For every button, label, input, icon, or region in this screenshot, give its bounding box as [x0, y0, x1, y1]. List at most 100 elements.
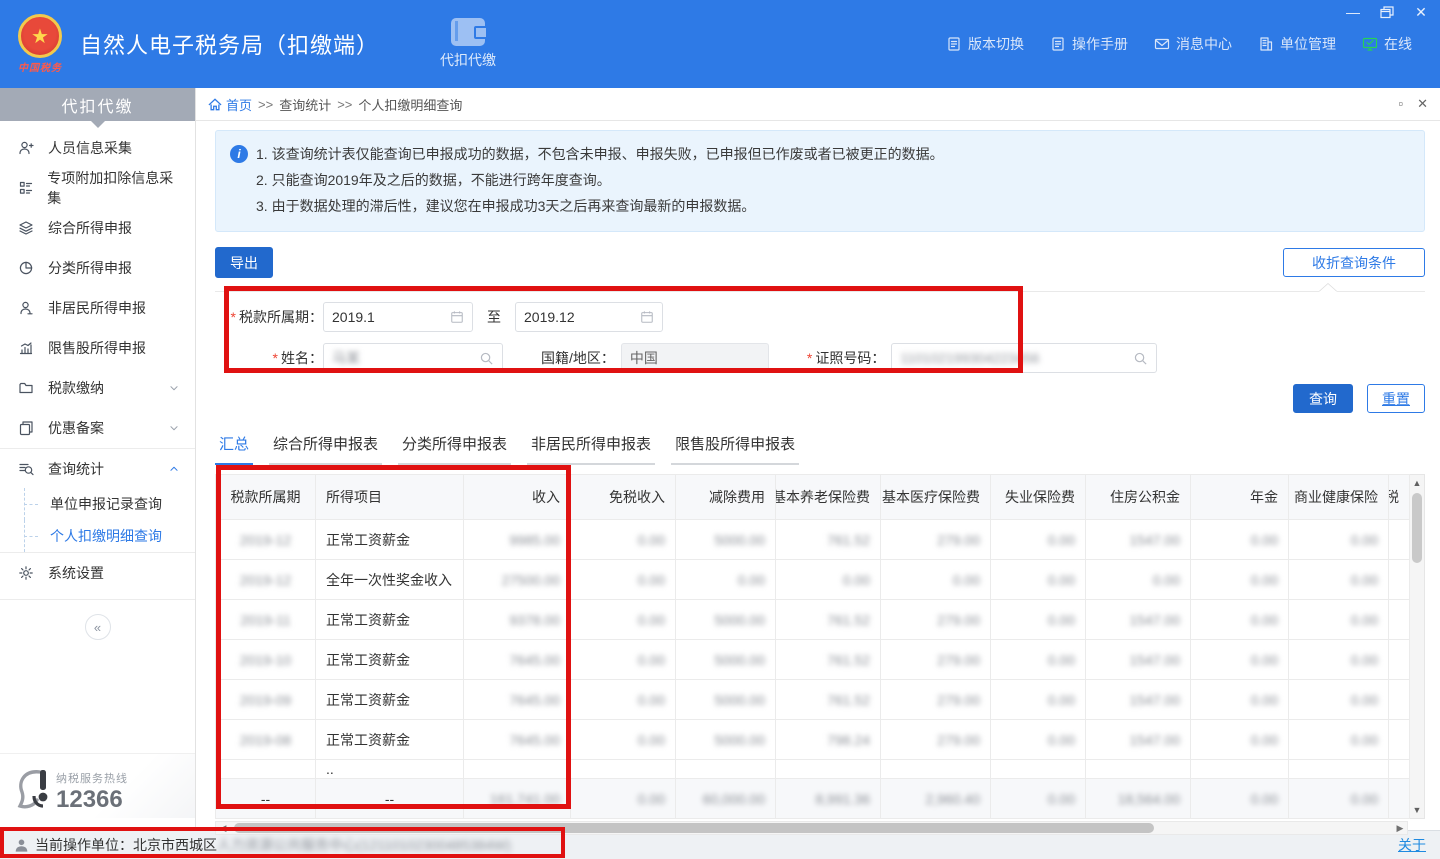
notice-box: i 1. 该查询统计表仅能查询已申报成功的数据，不包含未申报、申报失败，已申报但…	[215, 130, 1425, 232]
cell-年金: 0.00	[1191, 720, 1289, 759]
header-menu-item-document[interactable]: 版本切换	[946, 34, 1024, 54]
header-menu-item-mail[interactable]: 消息中心	[1154, 34, 1232, 54]
cell-住房公积金	[1086, 760, 1191, 778]
id-number-value: 110102199304223456	[900, 350, 1129, 366]
cell-所得项目: 正常工资薪金	[316, 600, 464, 639]
header-menu-label: 版本切换	[968, 34, 1024, 54]
cell-收入: 7645.00	[464, 680, 571, 719]
sidebar-item-限售股所得申报[interactable]: 限售股所得申报	[0, 328, 195, 368]
header-menu-item-manual[interactable]: 操作手册	[1050, 34, 1128, 54]
calendar-icon[interactable]	[640, 310, 654, 324]
header-menu-label: 操作手册	[1072, 34, 1128, 54]
cell-基本医疗保险费: 279.00	[881, 600, 991, 639]
cell-税	[1389, 640, 1410, 679]
restore-button[interactable]	[1378, 4, 1396, 20]
period-from-input[interactable]: 2019.1	[323, 302, 473, 332]
panel-close-icon[interactable]: ✕	[1417, 96, 1428, 112]
deduction-list-icon	[18, 179, 35, 197]
cell-收入: 27500.00	[464, 560, 571, 599]
cell-商业健康保险: 0.00	[1289, 779, 1389, 818]
scroll-left-icon[interactable]: ◀	[216, 823, 230, 834]
sidebar-item-人员信息采集[interactable]: 人员信息采集	[0, 128, 195, 168]
breadcrumb-item-query-stats[interactable]: 查询统计	[279, 95, 331, 114]
tab-限售股所得申报表[interactable]: 限售股所得申报表	[671, 433, 799, 465]
sidebar-item-label: 专项附加扣除信息采集	[47, 168, 181, 208]
about-link[interactable]: 关于	[1398, 835, 1426, 855]
sidebar-item-专项附加扣除信息采集[interactable]: 专项附加扣除信息采集	[0, 168, 195, 208]
vertical-scrollbar[interactable]: ▲ ▼	[1410, 474, 1425, 819]
result-table: 税款所属期所得项目收入免税收入减除费用基本养老保险费基本医疗保险费失业保险费住房…	[215, 474, 1410, 819]
header-menu-item-online[interactable]: 在线	[1362, 34, 1412, 54]
query-button[interactable]: 查询	[1293, 384, 1353, 413]
cell-税	[1389, 600, 1410, 639]
hotline-logo-icon	[10, 766, 56, 818]
nationality-label: 国籍/地区：	[541, 348, 615, 368]
breadcrumb-home-link[interactable]: 首页	[208, 95, 252, 114]
minimize-button[interactable]: —	[1344, 4, 1362, 20]
current-unit-blurred: 人力资源公共服务中心(12110102300485384W)	[217, 835, 511, 855]
sidebar-subitem-单位申报记录查询[interactable]: 单位申报记录查询	[0, 488, 195, 520]
calendar-icon[interactable]	[450, 310, 464, 324]
result-table-wrap: 税款所属期所得项目收入免税收入减除费用基本养老保险费基本医疗保险费失业保险费住房…	[215, 474, 1425, 819]
scroll-up-icon[interactable]: ▲	[1410, 475, 1424, 491]
header-menu-item-org[interactable]: 单位管理	[1258, 34, 1336, 54]
tab-非居民所得申报表[interactable]: 非居民所得申报表	[527, 433, 655, 465]
sidebar-item-分类所得申报[interactable]: 分类所得申报	[0, 248, 195, 288]
sidebar-subitem-个人扣缴明细查询[interactable]: 个人扣缴明细查询	[0, 520, 195, 552]
scroll-down-icon[interactable]: ▼	[1410, 802, 1424, 818]
name-input[interactable]: 马某	[323, 343, 503, 373]
tab-分类所得申报表[interactable]: 分类所得申报表	[398, 433, 511, 465]
manual-icon	[1050, 36, 1066, 52]
chevron-down-icon	[167, 421, 181, 435]
hotline-block: 纳税服务热线 12366	[0, 753, 195, 818]
cell-所得项目: ..	[316, 760, 464, 778]
person-add-icon	[18, 139, 36, 157]
vertical-scroll-thumb[interactable]	[1412, 493, 1422, 563]
tab-汇总[interactable]: 汇总	[215, 433, 253, 465]
cell-减除费用: 0.00	[676, 560, 776, 599]
cell-免税收入: 0.00	[571, 720, 676, 759]
sidebar-divider	[0, 599, 195, 600]
cell-收入: 7645.00	[464, 640, 571, 679]
cell-免税收入: 0.00	[571, 680, 676, 719]
cell-失业保险费: 失业保险费	[991, 475, 1086, 519]
search-icon[interactable]	[1133, 351, 1148, 366]
period-to-input[interactable]: 2019.12	[515, 302, 663, 332]
breadcrumb-separator: >>	[337, 97, 352, 112]
panel-maximize-icon[interactable]: ▫	[1398, 96, 1403, 112]
person-icon	[18, 299, 36, 317]
cell-失业保险费: 0.00	[991, 779, 1086, 818]
sidebar-item-综合所得申报[interactable]: 综合所得申报	[0, 208, 195, 248]
sidebar-item-系统设置[interactable]: 系统设置	[0, 553, 195, 593]
horizontal-scroll-thumb[interactable]	[234, 823, 1154, 833]
sidebar-item-label: 系统设置	[48, 563, 104, 583]
sidebar-item-非居民所得申报[interactable]: 非居民所得申报	[0, 288, 195, 328]
scroll-right-icon[interactable]: ▶	[1393, 823, 1407, 834]
cell-减除费用	[676, 760, 776, 778]
cell-收入: 9378.00	[464, 600, 571, 639]
header-menu-label: 消息中心	[1176, 34, 1232, 54]
collapse-query-button[interactable]: 收折查询条件	[1283, 248, 1425, 277]
sidebar-item-优惠备案[interactable]: 优惠备案	[0, 408, 195, 448]
breadcrumb: 首页 >> 查询统计 >> 个人扣缴明细查询 ▫ ✕	[196, 88, 1440, 121]
cell-基本医疗保险费: 0.00	[881, 560, 991, 599]
cell-收入: 7645.00	[464, 720, 571, 759]
sidebar-item-label: 综合所得申报	[48, 218, 132, 238]
search-icon[interactable]	[479, 351, 494, 366]
sidebar-item-税款缴纳[interactable]: 税款缴纳	[0, 368, 195, 408]
close-window-button[interactable]: ✕	[1412, 4, 1430, 20]
cell-所得项目: 全年一次性奖金收入	[316, 560, 464, 599]
cell-年金: 0.00	[1191, 779, 1289, 818]
cell-年金: 0.00	[1191, 680, 1289, 719]
horizontal-scrollbar[interactable]: ◀ ▶	[215, 821, 1408, 835]
sidebar-item-查询统计[interactable]: 查询统计	[0, 448, 195, 488]
cell-税款所属期: --	[216, 779, 316, 818]
national-emblem-logo: ★ 中国税务	[12, 14, 68, 74]
header-tab-withholding[interactable]: 代扣代缴	[425, 0, 511, 88]
export-button[interactable]: 导出	[215, 247, 273, 278]
sidebar-collapse-button[interactable]: «	[85, 614, 111, 640]
tab-综合所得申报表[interactable]: 综合所得申报表	[269, 433, 382, 465]
id-number-input[interactable]: 110102199304223456	[891, 343, 1157, 373]
reset-button[interactable]: 重置	[1367, 384, 1425, 413]
cell-商业健康保险	[1289, 760, 1389, 778]
